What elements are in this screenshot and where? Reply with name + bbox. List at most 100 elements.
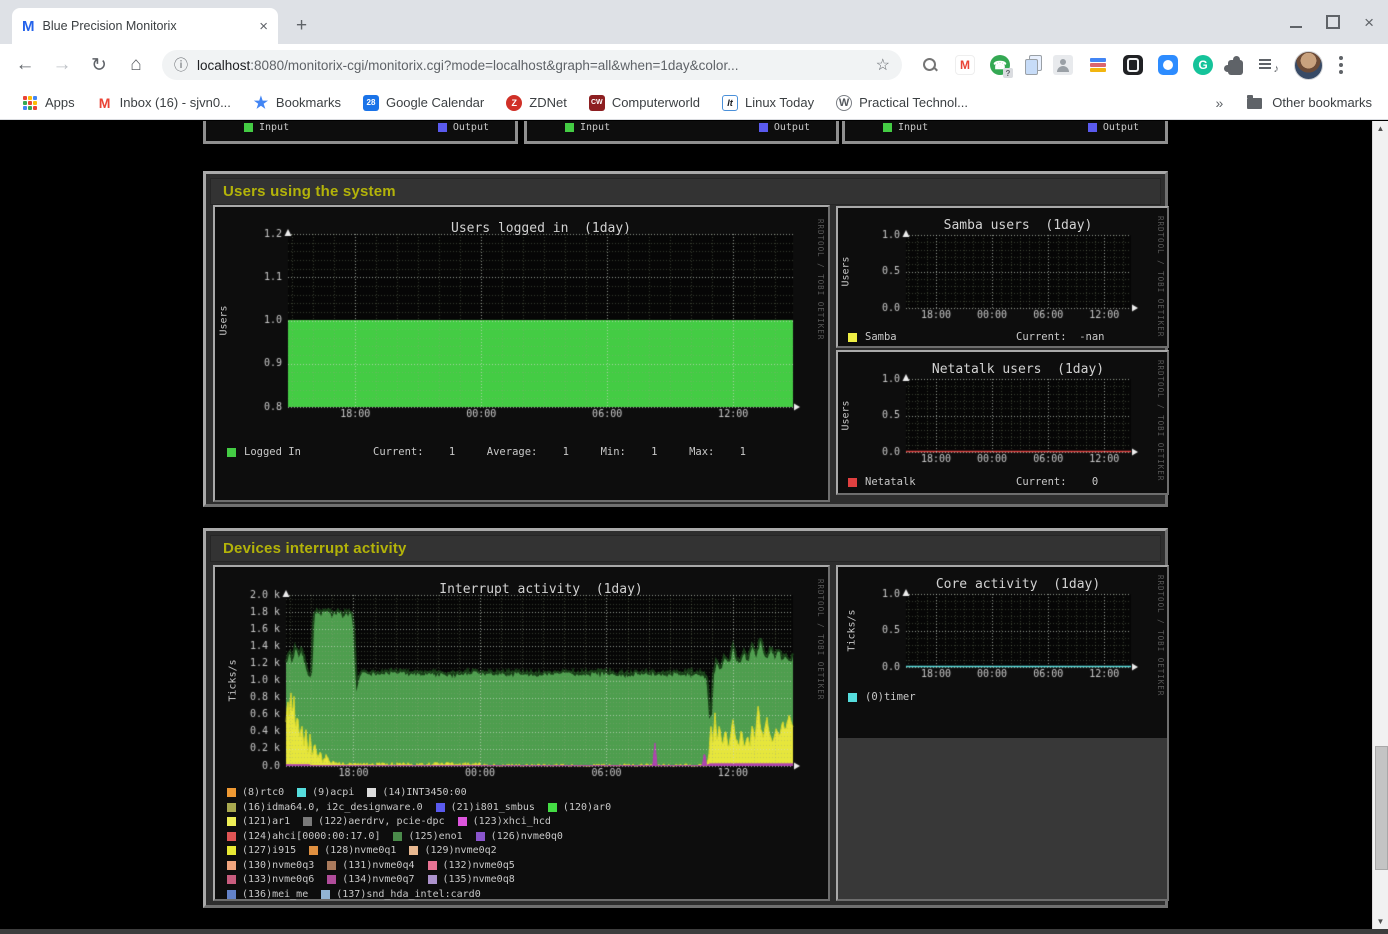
y-axis-label: Users xyxy=(841,400,852,430)
gmail-bookmark-icon: M xyxy=(97,95,113,111)
bookmarks-list: Apps MInbox (16) - sjvn0... ★Bookmarks 28Go… xyxy=(0,95,968,111)
samba-users-graph[interactable]: Samba users (1day) Users RRDTOOL / TOBI … xyxy=(836,206,1169,348)
bookmark-item[interactable]: MInbox (16) - sjvn0... xyxy=(97,95,231,111)
scrollbar[interactable]: ▲ ▼ xyxy=(1372,121,1388,934)
bookmark-star-icon[interactable]: ☆ xyxy=(876,55,890,75)
scrollbar-thumb[interactable] xyxy=(1375,746,1388,870)
browser-menu-icon[interactable] xyxy=(1339,63,1343,67)
bookmark-label: Computerworld xyxy=(612,95,700,110)
y-axis-label: Users xyxy=(841,256,852,286)
interrupt-legend-item: (134)nvme0q7 xyxy=(327,874,414,885)
meeting-extension-icon[interactable] xyxy=(1158,55,1178,75)
bookmark-item[interactable]: ZZDNet xyxy=(506,95,567,111)
users-logged-in-canvas xyxy=(215,207,828,437)
window-bottom-edge xyxy=(0,929,1388,934)
graph-title: Users logged in (1day) xyxy=(451,221,631,236)
library-extension-icon[interactable] xyxy=(1088,55,1108,75)
badge: ? xyxy=(1003,68,1013,78)
address-bar[interactable]: ⓘ localhost:8080/monitorix-cgi/monitorix… xyxy=(162,50,902,80)
browser-tab[interactable]: M Blue Precision Monitorix × xyxy=(12,8,278,44)
section-title: Devices interrupt activity xyxy=(223,540,407,557)
legend-swatch xyxy=(848,333,857,342)
bookmark-item[interactable]: Apps xyxy=(22,95,75,111)
scroll-down-icon[interactable]: ▼ xyxy=(1373,917,1388,926)
playlist-extension-icon[interactable] xyxy=(1258,55,1278,75)
graph-title: Netatalk users (1day) xyxy=(932,362,1104,377)
legend-label: (129)nvme0q2 xyxy=(424,845,496,856)
legend-label: (121)ar1 xyxy=(242,816,290,827)
legend-swatch xyxy=(393,832,402,841)
profile-avatar[interactable] xyxy=(1294,51,1323,80)
gmail-extension-icon[interactable]: M xyxy=(955,55,975,75)
bookmark-item[interactable]: ltLinux Today xyxy=(722,95,814,111)
cw-bookmark-icon: CW xyxy=(589,95,605,111)
back-icon[interactable]: ← xyxy=(13,54,37,76)
close-button-icon[interactable]: × xyxy=(1364,16,1374,29)
interrupt-legend-item: (127)i915 xyxy=(227,845,296,856)
input-legend-label: Input xyxy=(898,122,928,133)
bookmarks-overflow-icon[interactable]: » xyxy=(1216,95,1224,111)
input-legend-swatch xyxy=(244,123,253,132)
legend-swatch xyxy=(458,817,467,826)
legend-label: (130)nvme0q3 xyxy=(242,860,314,871)
bookmark-item[interactable]: 28Google Calendar xyxy=(363,95,484,111)
interrupt-legend-item: (14)INT3450:00 xyxy=(367,787,466,798)
rrdtool-credit: RRDTOOL / TOBI OETIKER xyxy=(1156,360,1165,481)
legend-label: (122)aerdrv, pcie-dpc xyxy=(318,816,444,827)
legend-label: Netatalk xyxy=(865,476,916,488)
partial-graph-panel: Input Output xyxy=(842,121,1168,144)
netatalk-users-graph[interactable]: Netatalk users (1day) Users RRDTOOL / TO… xyxy=(836,350,1169,495)
interrupt-legend-item: (128)nvme0q1 xyxy=(309,845,396,856)
y-axis-label: Users xyxy=(219,305,230,335)
forward-icon[interactable]: → xyxy=(50,54,74,76)
interrupt-legend-item: (130)nvme0q3 xyxy=(227,860,314,871)
output-legend-label: Output xyxy=(774,122,810,133)
legend-swatch xyxy=(548,803,557,812)
tab-close-icon[interactable]: × xyxy=(259,18,268,35)
minimize-button-icon[interactable] xyxy=(1290,17,1302,28)
legend-swatch xyxy=(848,693,857,702)
users-logged-in-graph[interactable]: Users logged in (1day) Users RRDTOOL / T… xyxy=(213,205,830,502)
voice-extension-icon[interactable]: ☎? xyxy=(990,55,1010,75)
url-text[interactable]: localhost:8080/monitorix-cgi/monitorix.c… xyxy=(197,58,868,73)
legend-swatch xyxy=(227,788,236,797)
legend-swatch xyxy=(227,448,236,457)
partial-graph-panel: Input Output xyxy=(524,121,839,144)
lt-bookmark-icon: lt xyxy=(722,95,738,111)
legend-label: (9)acpi xyxy=(312,787,354,798)
bookmark-item[interactable]: CW Computerworld xyxy=(589,95,700,111)
new-tab-button[interactable]: + xyxy=(296,16,307,35)
page-info-icon[interactable]: ⓘ xyxy=(174,55,188,75)
session-extension-icon[interactable] xyxy=(1053,55,1073,75)
legend-swatch xyxy=(367,788,376,797)
bookmarks-bar: Apps MInbox (16) - sjvn0... ★Bookmarks 28Go… xyxy=(0,86,1388,120)
copy-extension-icon[interactable] xyxy=(1025,59,1038,75)
legend-label: (133)nvme0q6 xyxy=(242,874,314,885)
bookmark-item[interactable]: WPractical Technol... xyxy=(836,95,968,111)
tab-title: Blue Precision Monitorix xyxy=(43,19,254,33)
reload-icon[interactable]: ↻ xyxy=(87,54,111,77)
legend-label: (127)i915 xyxy=(242,845,296,856)
legend-label: (134)nvme0q7 xyxy=(342,874,414,885)
legend-swatch xyxy=(321,890,330,899)
scroll-up-icon[interactable]: ▲ xyxy=(1373,124,1388,133)
core-activity-graph[interactable]: Core activity (1day) Ticks/s RRDTOOL / T… xyxy=(836,565,1169,901)
other-bookmarks-label[interactable]: Other bookmarks xyxy=(1272,95,1372,110)
legend-label: (137)snd_hda_intel:card0 xyxy=(336,889,481,900)
home-icon[interactable]: ⌂ xyxy=(124,54,148,76)
browser-toolbar: ← → ↻ ⌂ ⓘ localhost:8080/monitorix-cgi/m… xyxy=(0,44,1388,86)
output-legend-label: Output xyxy=(1103,122,1139,133)
legend-swatch xyxy=(227,832,236,841)
interrupt-legend-item: (126)nvme0q0 xyxy=(476,831,563,842)
maximize-button-icon[interactable] xyxy=(1326,15,1340,29)
bookmarks-right: » Other bookmarks xyxy=(1216,95,1373,111)
bookmark-label: Bookmarks xyxy=(276,95,341,110)
legend-swatch xyxy=(227,890,236,899)
interrupt-activity-graph[interactable]: Interrupt activity (1day) Ticks/s RRDTOO… xyxy=(213,565,830,901)
extensions-puzzle-icon[interactable] xyxy=(1228,60,1243,75)
legend-swatch xyxy=(476,832,485,841)
grammarly-extension-icon[interactable]: G xyxy=(1193,55,1213,75)
search-icon[interactable] xyxy=(920,55,940,75)
bookmark-item[interactable]: ★Bookmarks xyxy=(253,95,341,111)
password-extension-icon[interactable] xyxy=(1123,55,1143,75)
